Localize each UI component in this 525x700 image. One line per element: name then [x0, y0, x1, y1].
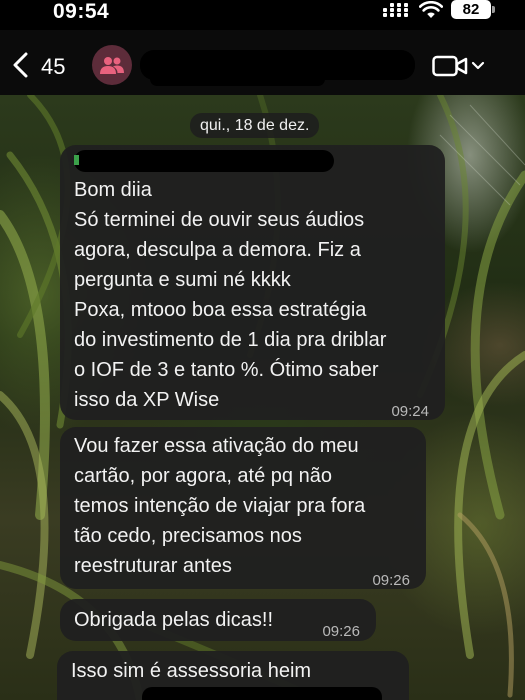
- message-time: 09:24: [391, 403, 429, 420]
- sender-color-tag: [74, 155, 79, 165]
- battery-nub: [492, 6, 495, 13]
- chat-header: 45: [0, 30, 525, 95]
- message-time: 09:26: [322, 623, 360, 640]
- incoming-message[interactable]: Isso sim é assessoria heim: [57, 651, 409, 700]
- cellular-signal-icon: [383, 3, 408, 17]
- incoming-message[interactable]: Vou fazer essa ativação do meu cartão, p…: [60, 427, 426, 589]
- battery-indicator: 82: [451, 0, 491, 19]
- message-time: 09:26: [372, 572, 410, 589]
- message-text: Obrigada pelas dicas!!: [74, 609, 274, 631]
- message-text: Vou fazer essa ativação do meu cartão, p…: [74, 435, 366, 577]
- incoming-message[interactable]: Obrigada pelas dicas!! 09:26: [60, 599, 376, 641]
- video-camera-icon[interactable]: [432, 54, 468, 78]
- status-time: 09:54: [53, 0, 110, 23]
- group-icon: [100, 57, 124, 74]
- sender-name-redacted: [74, 150, 334, 172]
- back-chevron-icon[interactable]: [10, 52, 32, 78]
- message-text: Isso sim é assessoria heim: [71, 660, 312, 682]
- status-bar: 09:54 82: [0, 0, 525, 30]
- date-separator: qui., 18 de dez.: [190, 113, 320, 138]
- message-text: Bom diia Só terminei de ouvir seus áudio…: [74, 179, 387, 411]
- wifi-icon: [419, 1, 443, 18]
- group-avatar[interactable]: [92, 45, 132, 85]
- chevron-down-icon[interactable]: [471, 60, 485, 72]
- contact-subtitle-redacted: [150, 72, 325, 86]
- incoming-message[interactable]: Bom diia Só terminei de ouvir seus áudio…: [60, 145, 445, 420]
- message-redacted: [142, 687, 382, 700]
- unread-count[interactable]: 45: [41, 54, 65, 80]
